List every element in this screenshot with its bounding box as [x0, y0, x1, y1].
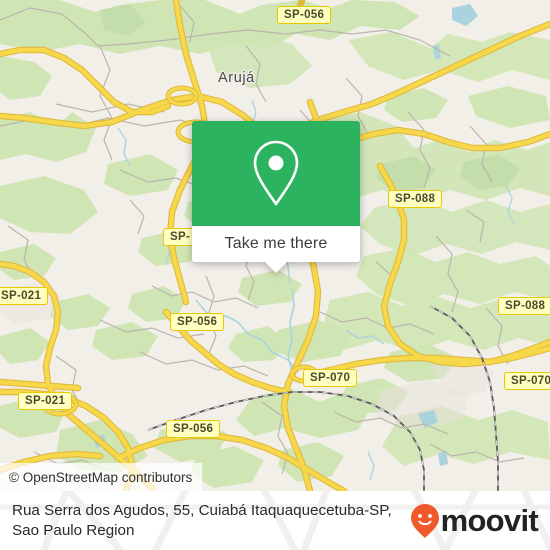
- moovit-logo[interactable]: moovit: [410, 503, 550, 539]
- map-popup[interactable]: Take me there: [192, 121, 360, 273]
- address-label: Rua Serra dos Agudos, 55, Cuiabá Itaquaq…: [12, 501, 392, 539]
- road-shield[interactable]: SP-056: [170, 313, 225, 331]
- road-shield[interactable]: SP-070: [504, 372, 550, 390]
- osm-attribution[interactable]: © OpenStreetMap contributors: [0, 463, 203, 491]
- osm-attribution-text: © OpenStreetMap contributors: [9, 469, 193, 485]
- map-pin-icon: [253, 140, 299, 205]
- road-shield[interactable]: SP-056: [277, 6, 332, 24]
- map-canvas[interactable]: SP-056 SP-088 SP-088 SP-021 SP-056 SP-07…: [0, 0, 550, 491]
- road-shield[interactable]: SP-088: [388, 190, 443, 208]
- road-shield[interactable]: SP-056: [166, 420, 221, 438]
- popup-pointer: [265, 262, 287, 273]
- take-me-there-label: Take me there: [224, 235, 328, 252]
- map-screenshot: SP-056 SP-088 SP-088 SP-021 SP-056 SP-07…: [0, 0, 550, 550]
- footer-bar: Rua Serra dos Agudos, 55, Cuiabá Itaquaq…: [0, 491, 550, 550]
- road-shield[interactable]: SP-070: [303, 369, 358, 387]
- moovit-smiley-pin-icon: [410, 503, 439, 538]
- place-label-aruja: Arujá: [218, 70, 255, 86]
- road-shield[interactable]: SP-021: [18, 392, 73, 410]
- road-shield[interactable]: SP-021: [0, 287, 49, 305]
- popup-header: [192, 121, 360, 226]
- road-shield[interactable]: SP-088: [498, 297, 550, 315]
- moovit-wordmark: moovit: [440, 503, 539, 538]
- take-me-there-button[interactable]: Take me there: [192, 226, 360, 262]
- footer-content: Rua Serra dos Agudos, 55, Cuiabá Itaquaq…: [0, 491, 550, 550]
